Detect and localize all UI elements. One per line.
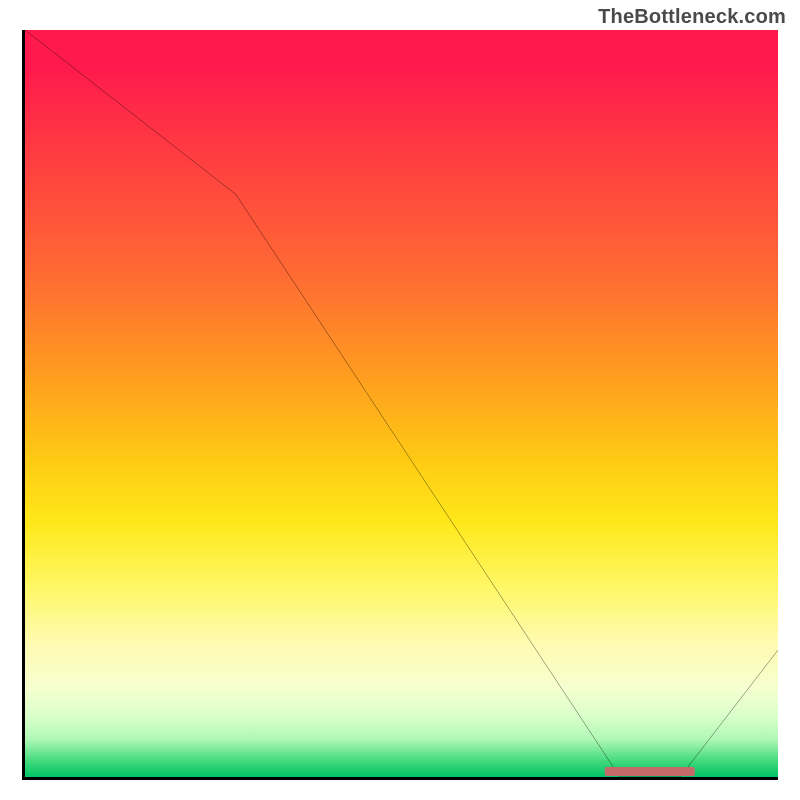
bottleneck-curve: [25, 30, 778, 777]
optimal-range-marker: [605, 767, 695, 776]
watermark-text: TheBottleneck.com: [598, 6, 786, 29]
plot-area: [22, 30, 778, 780]
chart-container: TheBottleneck.com: [0, 0, 800, 800]
chart-svg: [25, 30, 778, 777]
